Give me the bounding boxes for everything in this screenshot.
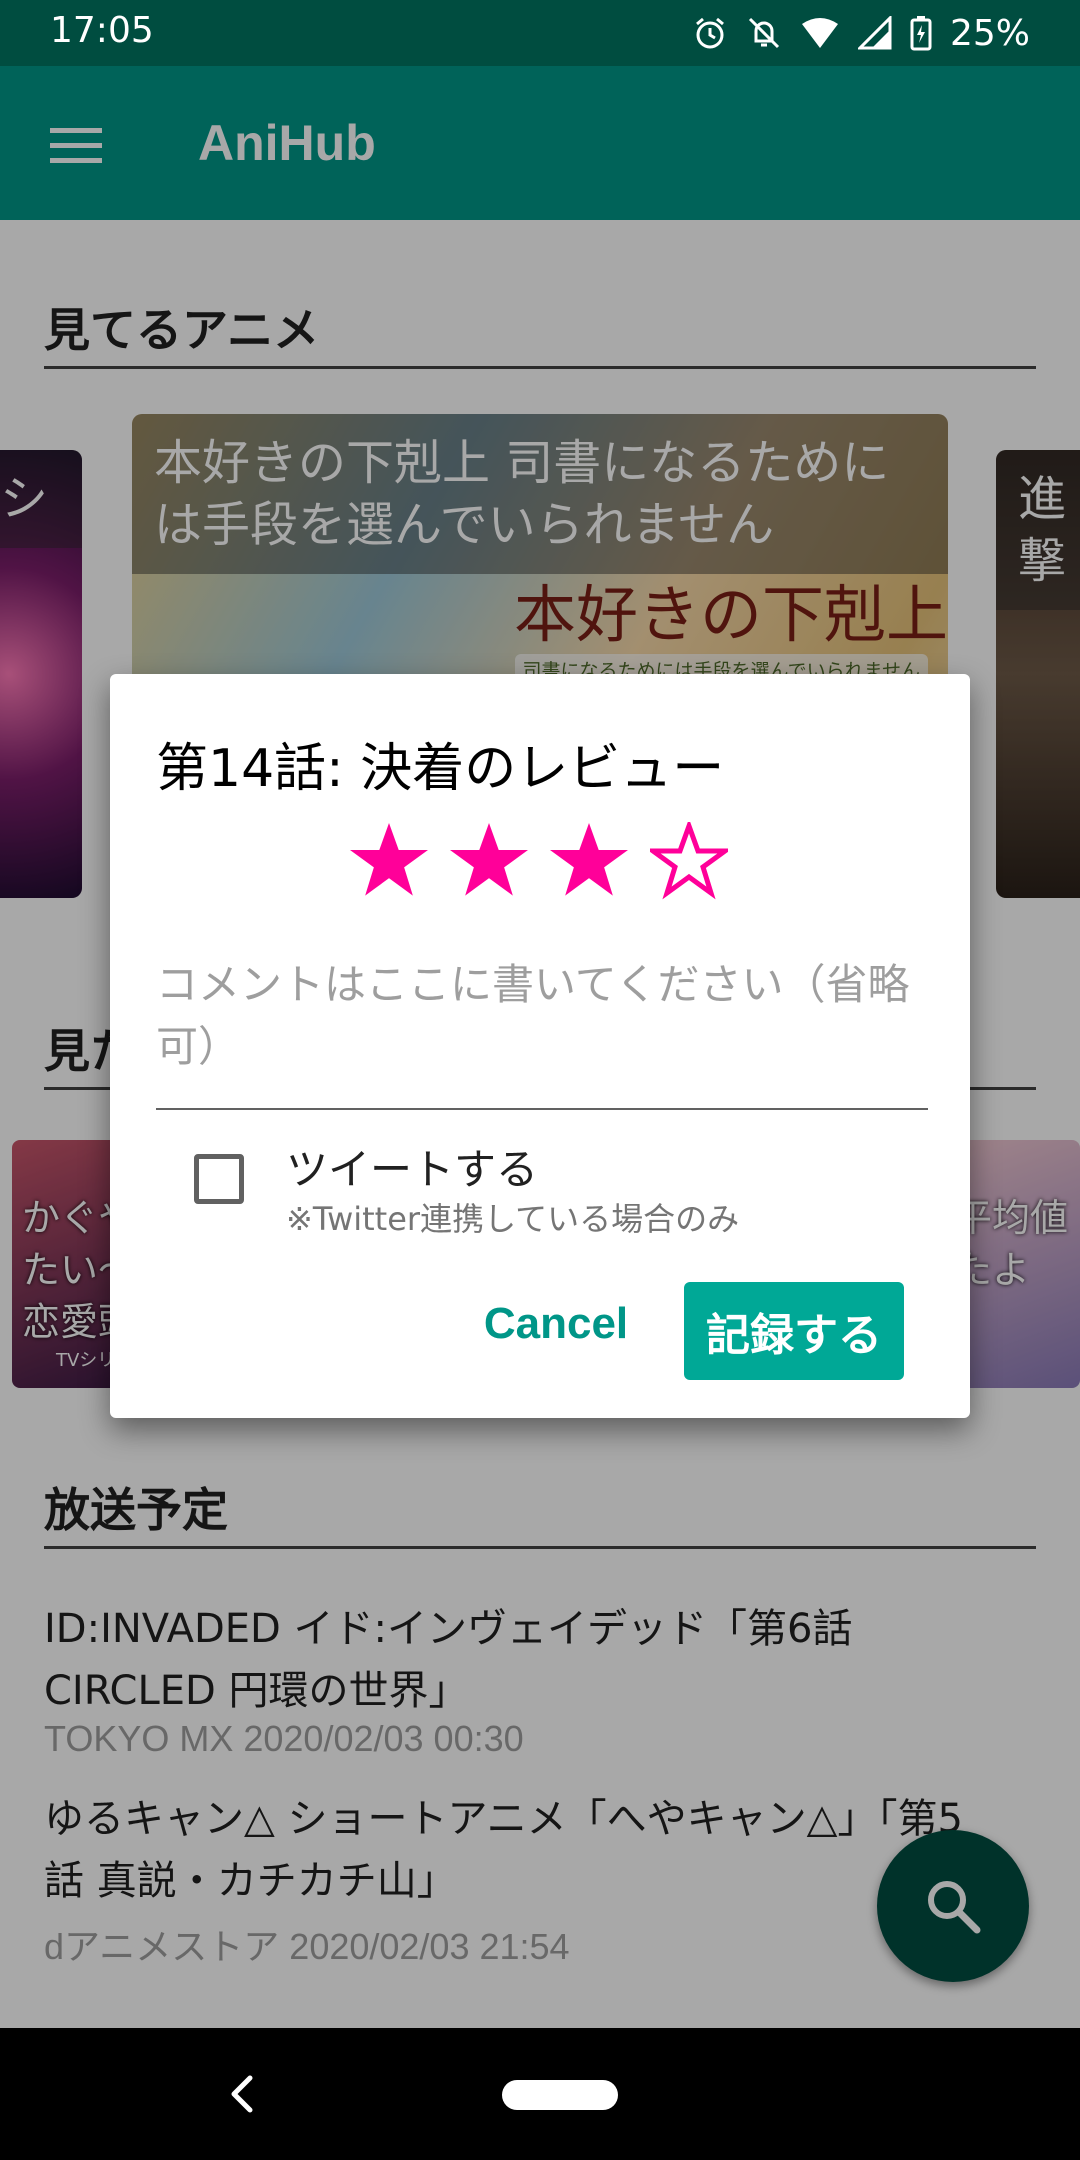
mute-icon bbox=[748, 17, 780, 49]
comment-input[interactable]: コメントはここに書いてください（省略可） bbox=[156, 954, 928, 1110]
back-chevron-icon[interactable] bbox=[222, 2070, 262, 2118]
status-icons: 25% bbox=[692, 10, 1030, 56]
star-filled-icon[interactable] bbox=[550, 822, 628, 900]
review-dialog: 第14話: 決着のレビュー コメントはここに書いてください（省略可） ツイートす… bbox=[110, 674, 970, 1418]
battery-percent: 25% bbox=[949, 12, 1030, 54]
home-pill-icon[interactable] bbox=[502, 2080, 618, 2110]
dialog-title: 第14話: 決着のレビュー bbox=[156, 739, 725, 799]
wifi-icon bbox=[801, 18, 838, 48]
tweet-label[interactable]: ツイートする bbox=[286, 1136, 538, 1197]
status-bar: 17:05 25% bbox=[0, 0, 1080, 66]
battery-icon bbox=[910, 16, 932, 51]
star-empty-icon[interactable] bbox=[650, 822, 728, 900]
star-filled-icon[interactable] bbox=[350, 822, 428, 900]
cancel-button[interactable]: Cancel bbox=[466, 1288, 646, 1360]
signal-icon bbox=[857, 16, 892, 50]
save-button[interactable]: 記録する bbox=[684, 1282, 904, 1380]
status-time: 17:05 bbox=[50, 10, 154, 51]
star-filled-icon[interactable] bbox=[450, 822, 528, 900]
alarm-icon bbox=[696, 17, 724, 49]
navigation-bar bbox=[0, 2028, 1080, 2160]
star-rating[interactable] bbox=[350, 822, 728, 900]
tweet-checkbox[interactable] bbox=[194, 1154, 244, 1204]
tweet-note: ※Twitter連携している場合のみ bbox=[286, 1200, 740, 1238]
